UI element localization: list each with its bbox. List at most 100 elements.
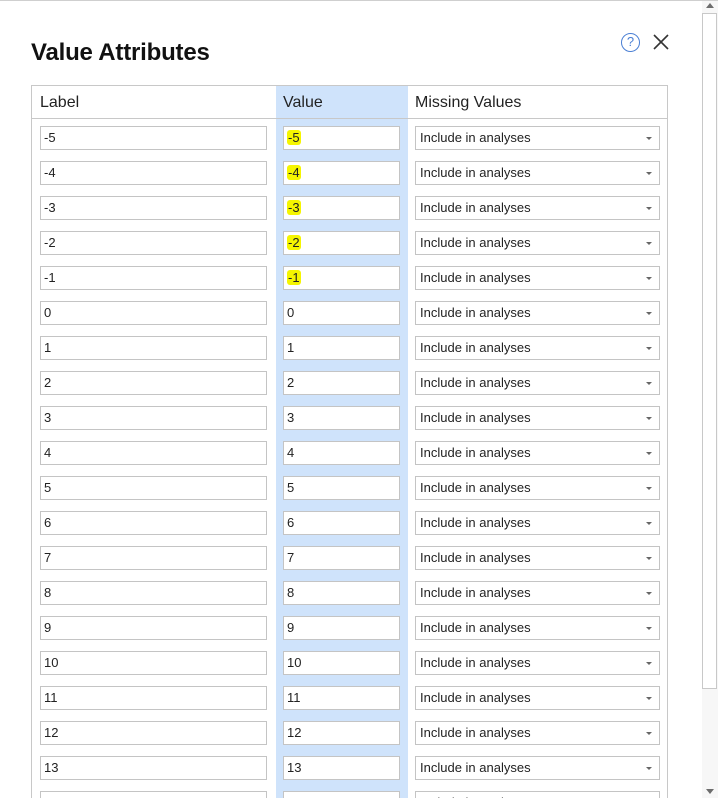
value-input[interactable]: 2 <box>283 371 400 395</box>
value-input[interactable]: 7 <box>283 546 400 570</box>
chevron-down-icon <box>646 487 652 490</box>
table-header: Label Value Missing Values <box>32 86 667 119</box>
missing-values-select[interactable]: Include in analyses <box>415 651 660 675</box>
value-input[interactable]: -5 <box>283 126 400 150</box>
chevron-down-icon <box>646 627 652 630</box>
label-input[interactable]: 1 <box>40 336 267 360</box>
scroll-down-icon[interactable] <box>706 789 714 794</box>
missing-values-selected: Include in analyses <box>420 340 531 355</box>
label-input[interactable]: 12 <box>40 721 267 745</box>
value-input[interactable]: 3 <box>283 406 400 430</box>
table-row: -4 -4 Include in analyses <box>32 154 667 189</box>
value-input[interactable]: 6 <box>283 511 400 535</box>
missing-values-selected: Include in analyses <box>420 725 531 740</box>
missing-values-selected: Include in analyses <box>420 655 531 670</box>
value-input[interactable]: -3 <box>283 196 400 220</box>
scrollbar-thumb[interactable] <box>702 13 717 689</box>
label-input[interactable]: 3 <box>40 406 267 430</box>
missing-values-select[interactable]: Include in analyses <box>415 721 660 745</box>
value-text: 9 <box>287 620 295 635</box>
missing-values-select[interactable]: Include in analyses <box>415 231 660 255</box>
missing-values-select[interactable]: Include in analyses <box>415 791 660 798</box>
missing-values-selected: Include in analyses <box>420 270 531 285</box>
table-row: 9 9 Include in analyses <box>32 609 667 644</box>
missing-values-select[interactable]: Include in analyses <box>415 161 660 185</box>
value-input[interactable]: 1 <box>283 336 400 360</box>
value-input[interactable]: 0 <box>283 301 400 325</box>
value-attributes-table: Label Value Missing Values -5 -5 Include i… <box>31 85 668 798</box>
value-text: 11 <box>287 690 301 705</box>
table-row: 1 1 Include in analyses <box>32 329 667 364</box>
label-input[interactable]: -5 <box>40 126 267 150</box>
value-input[interactable]: 11 <box>283 686 400 710</box>
missing-values-select[interactable]: Include in analyses <box>415 616 660 640</box>
label-input[interactable]: 6 <box>40 511 267 535</box>
missing-values-select[interactable]: Include in analyses <box>415 196 660 220</box>
value-text: 13 <box>287 760 302 775</box>
label-input[interactable]: 11 <box>40 686 267 710</box>
missing-values-select[interactable]: Include in analyses <box>415 476 660 500</box>
value-input[interactable]: 4 <box>283 441 400 465</box>
label-input[interactable]: 10 <box>40 651 267 675</box>
value-text: 1 <box>287 340 295 355</box>
label-input[interactable]: 4 <box>40 441 267 465</box>
value-input[interactable]: 8 <box>283 581 400 605</box>
missing-values-column-header: Missing Values <box>415 94 522 111</box>
missing-values-select[interactable]: Include in analyses <box>415 406 660 430</box>
label-input[interactable]: -3 <box>40 196 267 220</box>
value-text: 8 <box>287 585 295 600</box>
label-input[interactable]: -2 <box>40 231 267 255</box>
label-input[interactable]: 2 <box>40 371 267 395</box>
missing-values-select[interactable]: Include in analyses <box>415 686 660 710</box>
chevron-down-icon <box>646 697 652 700</box>
label-input[interactable]: -1 <box>40 266 267 290</box>
table-row: -2 -2 Include in analyses <box>32 224 667 259</box>
table-row: 12 12 Include in analyses <box>32 714 667 749</box>
missing-values-select[interactable]: Include in analyses <box>415 511 660 535</box>
value-input[interactable]: 12 <box>283 721 400 745</box>
label-input[interactable]: 8 <box>40 581 267 605</box>
close-icon[interactable] <box>650 31 672 53</box>
label-input[interactable]: 7 <box>40 546 267 570</box>
label-input[interactable]: 9 <box>40 616 267 640</box>
label-input[interactable]: 13 <box>40 756 267 780</box>
missing-values-select[interactable]: Include in analyses <box>415 581 660 605</box>
missing-values-select[interactable]: Include in analyses <box>415 371 660 395</box>
label-column-header: Label <box>40 94 80 111</box>
value-text: -4 <box>287 165 301 180</box>
table-row: 13 13 Include in analyses <box>32 749 667 784</box>
missing-values-select[interactable]: Include in analyses <box>415 126 660 150</box>
label-input[interactable]: 5 <box>40 476 267 500</box>
missing-values-select[interactable]: Include in analyses <box>415 546 660 570</box>
chevron-down-icon <box>646 207 652 210</box>
value-input[interactable]: 14 <box>283 791 400 798</box>
value-input[interactable]: -4 <box>283 161 400 185</box>
chevron-down-icon <box>646 522 652 525</box>
value-input[interactable]: 10 <box>283 651 400 675</box>
missing-values-select[interactable]: Include in analyses <box>415 301 660 325</box>
missing-values-select[interactable]: Include in analyses <box>415 756 660 780</box>
value-input[interactable]: 5 <box>283 476 400 500</box>
value-column-header: Value <box>283 94 323 111</box>
value-input[interactable]: 9 <box>283 616 400 640</box>
label-input[interactable]: -4 <box>40 161 267 185</box>
value-input[interactable]: -1 <box>283 266 400 290</box>
table-row: -5 -5 Include in analyses <box>32 119 667 154</box>
help-icon[interactable]: ? <box>621 33 640 52</box>
scrollbar[interactable] <box>702 1 718 798</box>
value-text: 5 <box>287 480 295 495</box>
chevron-down-icon <box>646 312 652 315</box>
value-input[interactable]: 13 <box>283 756 400 780</box>
missing-values-select[interactable]: Include in analyses <box>415 441 660 465</box>
label-input[interactable]: 14 <box>40 791 267 798</box>
table-row: -1 -1 Include in analyses <box>32 259 667 294</box>
missing-values-select[interactable]: Include in analyses <box>415 266 660 290</box>
missing-values-selected: Include in analyses <box>420 690 531 705</box>
missing-values-select[interactable]: Include in analyses <box>415 336 660 360</box>
value-text: -1 <box>287 270 301 285</box>
scroll-up-icon[interactable] <box>706 3 714 8</box>
label-input[interactable]: 0 <box>40 301 267 325</box>
value-input[interactable]: -2 <box>283 231 400 255</box>
value-text: 10 <box>287 655 302 670</box>
table-row: 8 8 Include in analyses <box>32 574 667 609</box>
